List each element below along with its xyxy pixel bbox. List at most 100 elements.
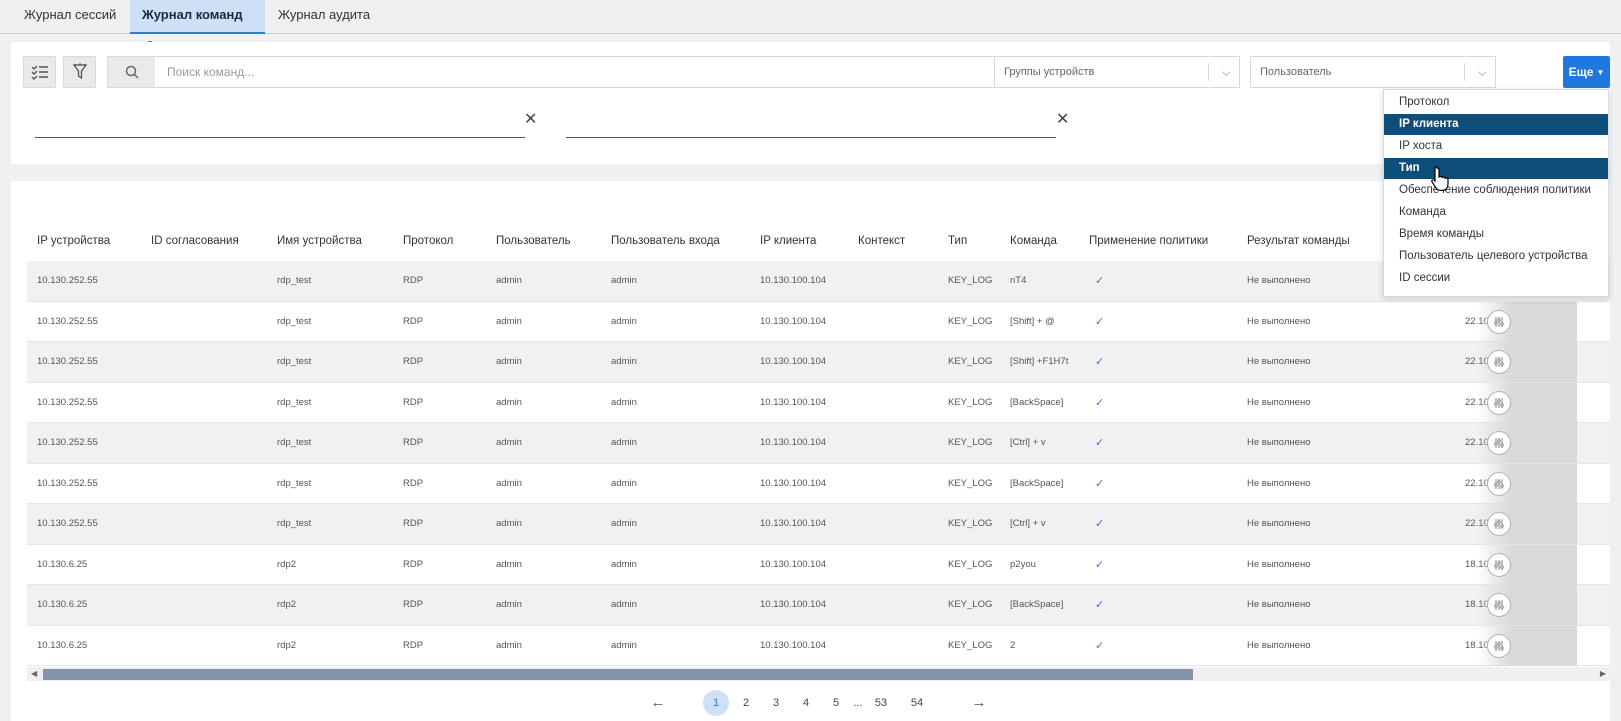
scroll-left-icon[interactable]: ◀ — [31, 667, 37, 681]
hand-cursor-icon — [1431, 166, 1449, 191]
dropdown-item[interactable]: Обеспечение соблюдения политики — [1384, 180, 1608, 201]
dropdown-item[interactable]: Тип — [1384, 158, 1608, 179]
cell-result: Не выполнено — [1247, 356, 1311, 367]
sliders-icon[interactable] — [1487, 471, 1511, 496]
cell-command: nT4 — [1010, 275, 1027, 286]
cell-user: admin — [496, 518, 522, 529]
checklist-button[interactable] — [23, 56, 56, 88]
cell-protocol: RDP — [403, 558, 424, 570]
user-select[interactable]: Пользователь ⌵ — [1250, 56, 1496, 88]
col-approval-id[interactable]: ID согласования — [151, 221, 239, 261]
dropdown-item[interactable]: Протокол — [1384, 92, 1608, 113]
col-client-ip[interactable]: IP клиента — [760, 221, 816, 261]
page-1[interactable]: 1 — [703, 690, 729, 716]
cell-device-ip: 10.130.252.55 — [37, 518, 98, 529]
more-button[interactable]: Еще ▼ — [1563, 56, 1610, 88]
cell-client-ip: 10.130.100.104 — [760, 558, 827, 570]
sliders-icon[interactable] — [1487, 512, 1511, 536]
close-icon[interactable]: ✕ — [1056, 109, 1069, 129]
cell-command: [BackSpace] — [1010, 599, 1064, 610]
dropdown-item[interactable]: Время команды — [1384, 224, 1608, 245]
tab-audit-label: Журнал аудита — [278, 7, 371, 22]
sliders-icon[interactable] — [1487, 593, 1511, 617]
dropdown-item[interactable]: Пользователь целевого устройства — [1384, 246, 1608, 267]
cell-client-ip: 10.130.100.104 — [760, 356, 827, 367]
cell-login-user: admin — [611, 275, 637, 286]
col-protocol[interactable]: Протокол — [403, 221, 453, 261]
cell-device-ip: 10.130.6.25 — [37, 599, 88, 610]
page-2[interactable]: 2 — [738, 690, 754, 716]
cell-client-ip: 10.130.100.104 — [760, 437, 827, 448]
close-icon[interactable]: ✕ — [524, 109, 537, 129]
scrollbar-thumb[interactable] — [43, 669, 1193, 680]
horizontal-scrollbar[interactable]: ◀ ▶ — [27, 667, 1610, 681]
page-54[interactable]: 54 — [907, 690, 927, 716]
table-row[interactable]: 10.130.252.55 rdp_test RDP admin admin 10.130… — [27, 261, 1610, 302]
cell-type: KEY_LOG — [948, 356, 993, 367]
device-groups-select[interactable]: Группы устройств ⌵ — [994, 56, 1240, 88]
filter-field-underline-1[interactable] — [35, 137, 525, 138]
search-input[interactable] — [155, 57, 1013, 87]
cell-user: admin — [496, 356, 522, 367]
table-panel: IP устройства ID согласования Имя устрой… — [11, 181, 1610, 721]
check-icon: ✓ — [1095, 599, 1105, 611]
cell-device-ip: 10.130.6.25 — [37, 558, 88, 570]
search-icon[interactable] — [108, 57, 155, 87]
sliders-icon[interactable] — [1487, 552, 1511, 577]
cell-result: Не выполнено — [1247, 315, 1311, 327]
tab-sessions[interactable]: Журнал сессий — [12, 0, 128, 34]
table-row[interactable]: 10.130.252.55 rdp_test RDP admin admin 10.130… — [27, 301, 1610, 342]
page-4[interactable]: 4 — [798, 690, 814, 716]
col-user[interactable]: Пользователь — [496, 221, 571, 261]
dropdown-item[interactable]: Команда — [1384, 202, 1608, 223]
col-context[interactable]: Контекст — [858, 221, 905, 261]
col-result[interactable]: Результат команды — [1247, 221, 1350, 261]
select-separator — [1464, 63, 1465, 81]
tab-commands-label: Журнал команд — [142, 7, 243, 22]
next-page-button[interactable]: → — [971, 690, 987, 716]
table-row[interactable]: 10.130.6.25 rdp2 RDP admin admin 10.130.100.1… — [27, 544, 1610, 585]
filter-icon — [72, 63, 87, 80]
check-icon: ✓ — [1095, 356, 1105, 368]
sliders-icon[interactable] — [1487, 633, 1511, 658]
table-row[interactable]: 10.130.6.25 rdp2 RDP admin admin 10.130.100.1… — [27, 625, 1610, 666]
cell-protocol: RDP — [403, 356, 424, 367]
cell-user: admin — [496, 396, 522, 408]
sliders-icon[interactable] — [1487, 309, 1511, 334]
col-type[interactable]: Тип — [948, 221, 967, 261]
table-row[interactable]: 10.130.252.55 rdp_test RDP admin admin 10.130… — [27, 504, 1610, 545]
col-device-ip[interactable]: IP устройства — [37, 221, 110, 261]
more-columns-dropdown: Протокол IP клиента IP хоста Тип Обеспечение… — [1383, 89, 1609, 297]
sliders-icon[interactable] — [1487, 390, 1511, 415]
cell-protocol: RDP — [403, 275, 424, 286]
dropdown-item[interactable]: IP хоста — [1384, 136, 1608, 157]
table-row[interactable]: 10.130.252.55 rdp_test RDP admin admin 10.130… — [27, 382, 1610, 423]
dropdown-item[interactable]: ID сессии — [1384, 268, 1608, 289]
col-command[interactable]: Команда — [1010, 221, 1057, 261]
table-row[interactable]: 10.130.252.55 rdp_test RDP admin admin 10.130… — [27, 463, 1610, 504]
tab-commands[interactable]: Журнал команд⟳ — [130, 0, 265, 52]
table-row[interactable]: 10.130.6.25 rdp2 RDP admin admin 10.130.100.1… — [27, 585, 1610, 626]
user-placeholder: Пользователь — [1260, 66, 1332, 78]
sliders-icon[interactable] — [1487, 350, 1511, 374]
prev-page-button[interactable]: ← — [650, 690, 666, 716]
scroll-right-icon[interactable]: ▶ — [1600, 667, 1606, 681]
col-policy[interactable]: Применение политики — [1089, 221, 1208, 261]
col-login-user[interactable]: Пользователь входа — [611, 221, 720, 261]
dropdown-item[interactable]: IP клиента — [1384, 114, 1608, 135]
cell-result: Не выполнено — [1247, 396, 1311, 408]
tab-audit[interactable]: Журнал аудита — [266, 0, 382, 34]
tab-bar: Журнал сессий Журнал команд⟳ Журнал ауди… — [0, 0, 1621, 52]
col-device-name[interactable]: Имя устройства — [277, 221, 362, 261]
row-actions — [1477, 463, 1577, 504]
table-row[interactable]: 10.130.252.55 rdp_test RDP admin admin 10.130… — [27, 342, 1610, 383]
page-5[interactable]: 5 — [828, 690, 844, 716]
filter-button[interactable] — [63, 56, 96, 88]
cell-type: KEY_LOG — [948, 396, 993, 408]
page-3[interactable]: 3 — [768, 690, 784, 716]
table-row[interactable]: 10.130.252.55 rdp_test RDP admin admin 10.130… — [27, 423, 1610, 464]
cell-type: KEY_LOG — [948, 477, 993, 489]
sliders-icon[interactable] — [1487, 431, 1511, 455]
page-53[interactable]: 53 — [871, 690, 891, 716]
filter-field-underline-2[interactable] — [566, 137, 1056, 138]
